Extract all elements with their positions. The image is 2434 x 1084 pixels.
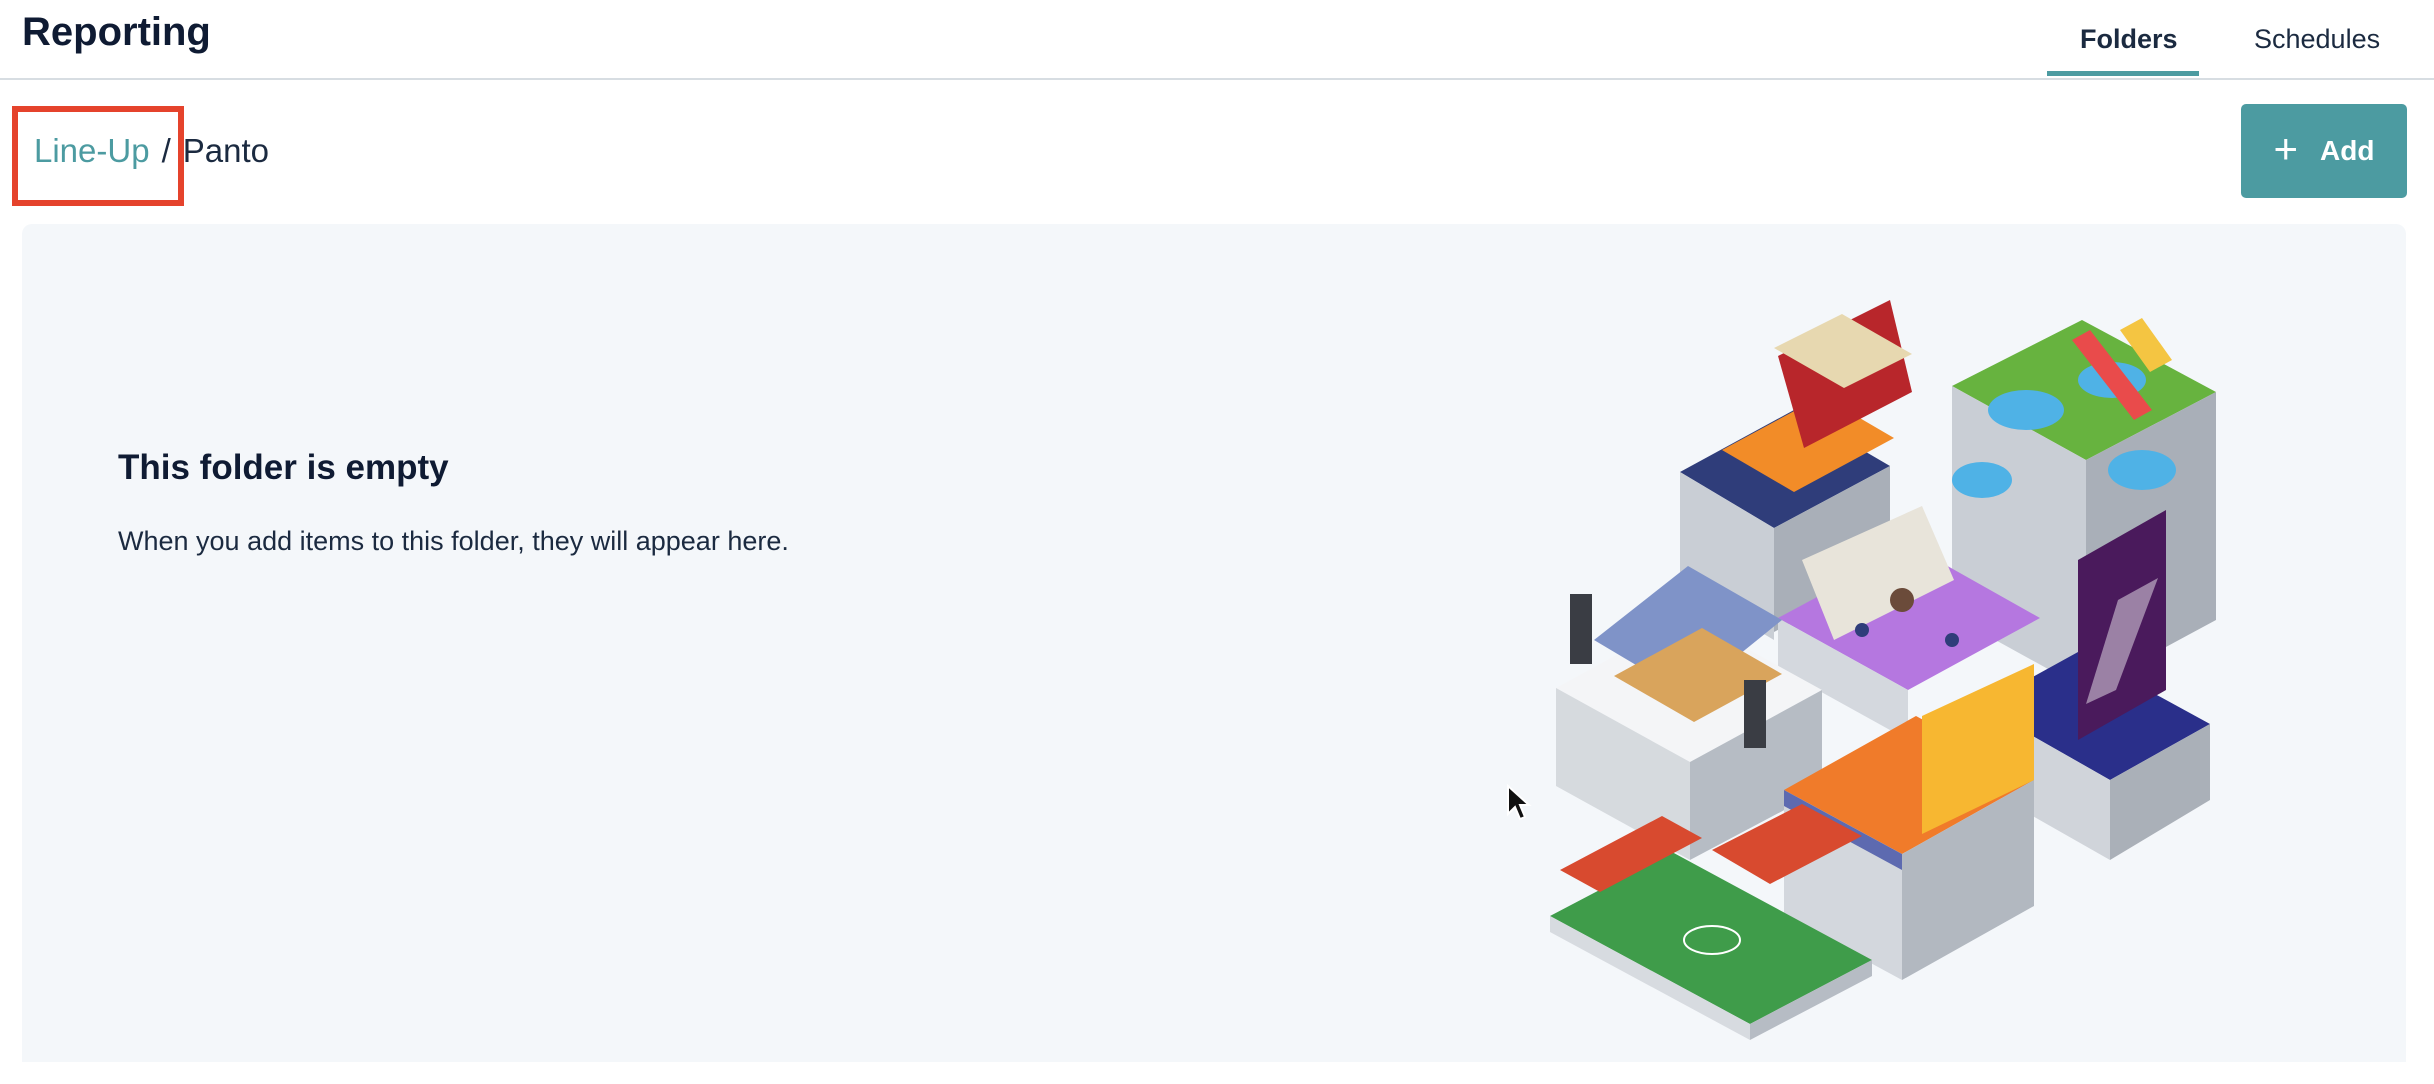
empty-state-panel: This folder is empty When you add items … [22,224,2406,1062]
empty-state-title: This folder is empty [118,448,449,487]
mouse-cursor-icon [1507,784,1532,821]
active-tab-indicator [2047,71,2199,76]
app-title: Reporting [22,10,211,54]
plus-icon: + [2273,125,2299,172]
empty-state-message: When you add items to this folder, they … [118,526,789,556]
highlight-box [12,106,184,206]
venues-illustration [1550,300,2216,1040]
breadcrumb-current: Panto [182,132,269,169]
tab-schedules[interactable]: Schedules [2254,24,2380,55]
top-bar: Reporting Folders Schedules [0,0,2434,80]
tab-folders[interactable]: Folders [2080,24,2178,55]
add-button[interactable]: + Add [2241,104,2407,198]
add-button-label: Add [2320,135,2375,166]
